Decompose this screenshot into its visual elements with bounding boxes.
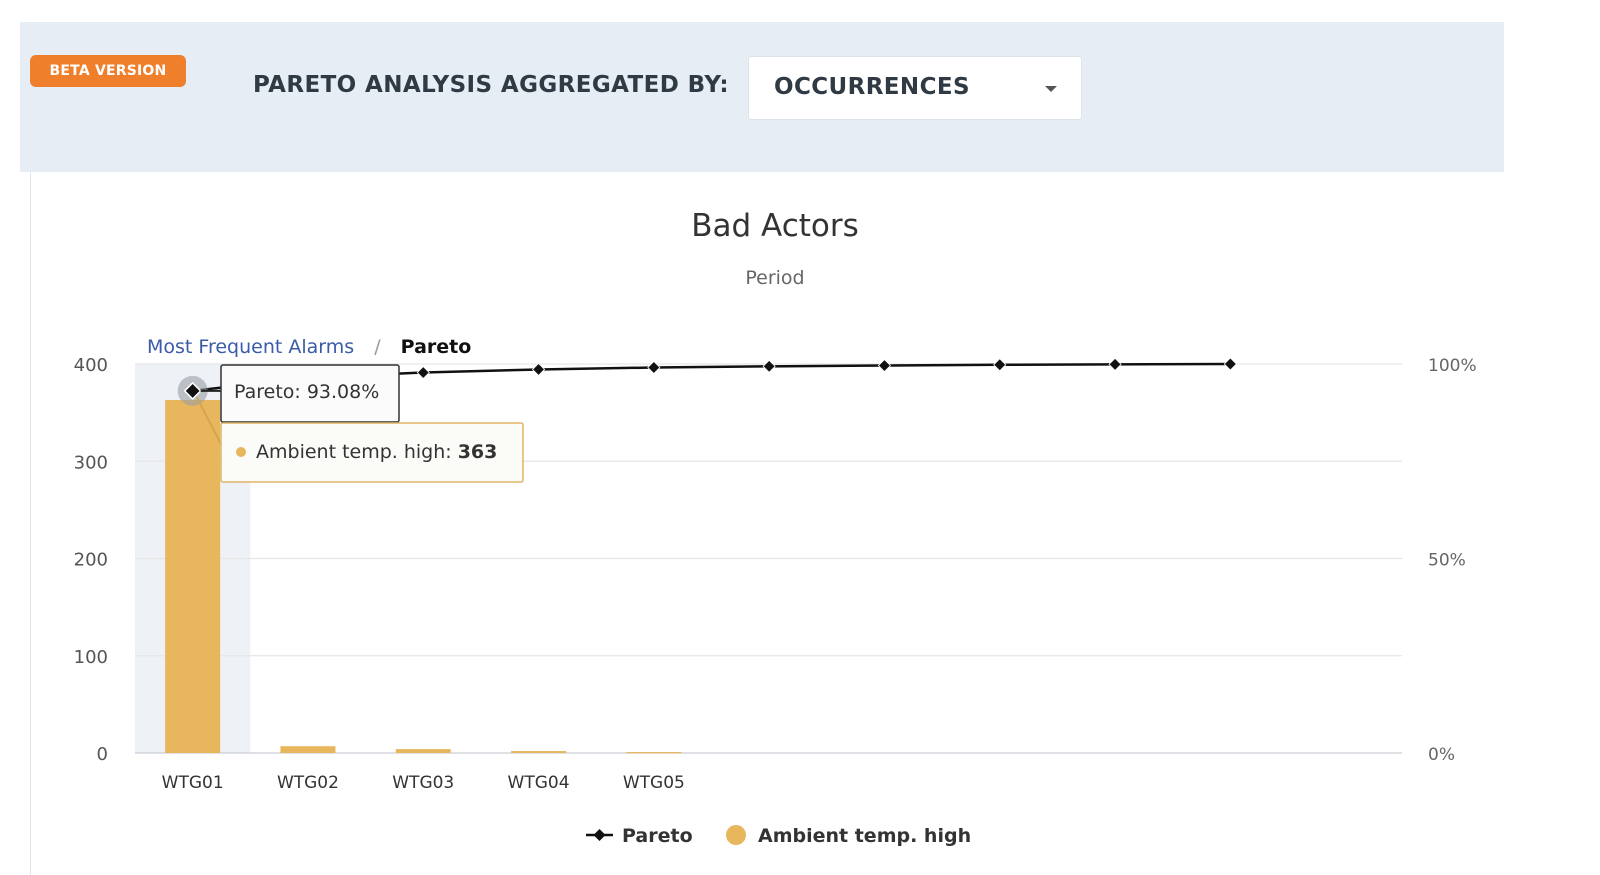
pareto-point bbox=[531, 362, 546, 377]
x-tick-label: WTG04 bbox=[508, 773, 570, 793]
series-tooltip-value: 363 bbox=[458, 441, 498, 463]
y-right-tick-label: 100% bbox=[1428, 356, 1477, 376]
breadcrumb-separator: / bbox=[374, 336, 381, 358]
y-left-tick-label: 400 bbox=[74, 355, 108, 376]
breadcrumb-current: Pareto bbox=[401, 336, 472, 358]
series-tooltip-text: Ambient temp. high: 363 bbox=[256, 441, 497, 463]
x-tick-label: WTG02 bbox=[277, 773, 339, 793]
pareto-point bbox=[416, 365, 430, 380]
y-left-tick-label: 200 bbox=[74, 550, 108, 571]
pareto-tooltip-label: Pareto: bbox=[234, 381, 301, 403]
pareto-point bbox=[993, 358, 1007, 372]
pareto-tooltip-text: Pareto: 93.08% bbox=[234, 381, 379, 403]
y-left-tick-label: 100 bbox=[74, 647, 108, 668]
chart-title: Bad Actors bbox=[691, 208, 859, 244]
legend-pareto-label: Pareto bbox=[622, 825, 693, 847]
x-tick-label: WTG05 bbox=[623, 773, 685, 793]
y-right-tick-label: 0% bbox=[1428, 745, 1455, 765]
pareto-chart: 0 100 200 300 400 0% 50% 100% WTG01 WTG02 WTG03 WTG… bbox=[74, 208, 1477, 847]
pareto-tooltip-value: 93.08% bbox=[307, 381, 379, 403]
bar-wtg04 bbox=[511, 751, 567, 753]
legend-series-marker bbox=[726, 825, 746, 845]
svg-text:Most Frequent Alarms /: Most Frequent Alarms / Pareto bbox=[147, 336, 471, 358]
breadcrumb-link-most-frequent-alarms[interactable]: Most Frequent Alarms bbox=[147, 336, 354, 358]
x-tick-label: WTG03 bbox=[392, 773, 454, 793]
x-tick-label: WTG01 bbox=[162, 773, 224, 793]
chart-subtitle: Period bbox=[745, 267, 804, 289]
y-left-tick-label: 0 bbox=[97, 744, 108, 765]
pareto-point bbox=[647, 360, 661, 375]
series-tooltip-label: Ambient temp. high: bbox=[256, 441, 452, 463]
bar-wtg03 bbox=[395, 749, 451, 753]
pareto-point bbox=[762, 359, 776, 373]
y-left-tick-label: 300 bbox=[74, 452, 108, 473]
pareto-point bbox=[1108, 357, 1122, 371]
tooltip-dot-icon bbox=[236, 447, 246, 457]
bar-wtg05 bbox=[626, 752, 682, 754]
bar-wtg02 bbox=[280, 746, 336, 753]
y-right-tick-label: 50% bbox=[1428, 551, 1466, 571]
breadcrumb: Most Frequent Alarms / Pareto bbox=[147, 336, 471, 358]
legend-series-label: Ambient temp. high bbox=[758, 825, 971, 847]
legend-pareto-marker bbox=[593, 829, 606, 841]
pareto-point bbox=[877, 358, 892, 373]
bar-wtg01 bbox=[165, 399, 221, 753]
pareto-point bbox=[1223, 357, 1237, 371]
